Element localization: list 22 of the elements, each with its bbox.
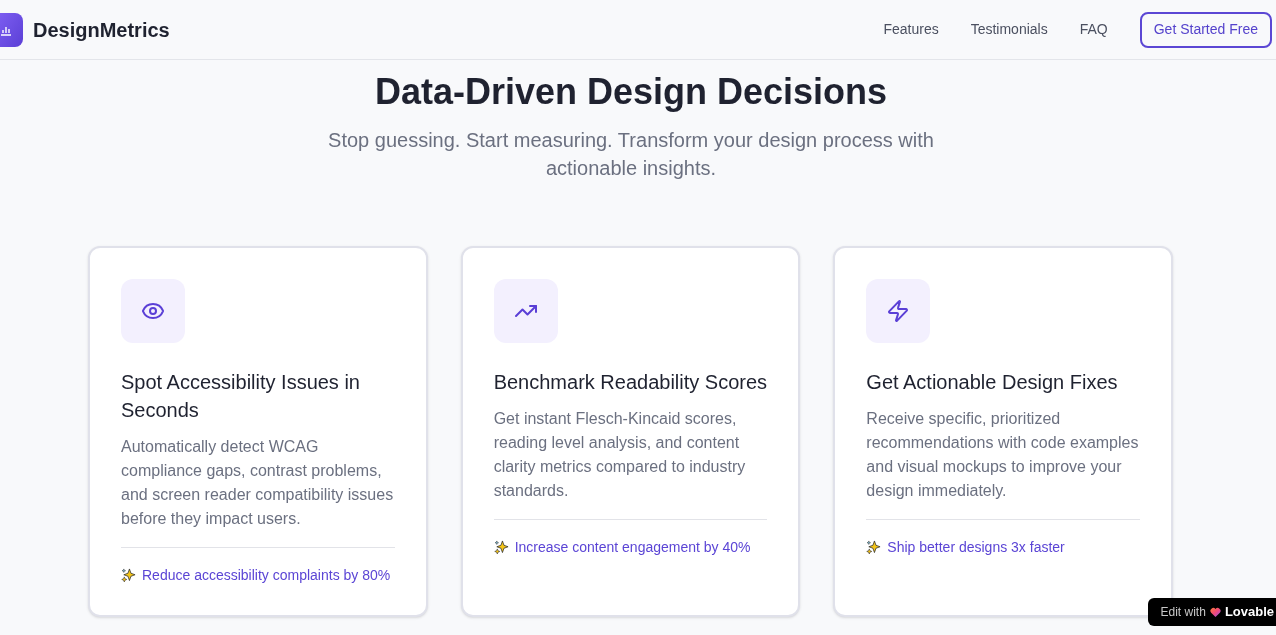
benefit-text: Ship better designs 3x faster: [887, 538, 1065, 557]
edit-with-lovable-badge[interactable]: Edit with Lovable: [1147, 598, 1276, 626]
card-title: Get Actionable Design Fixes: [866, 370, 1119, 395]
benefit-text: Increase content engagement by 40%: [514, 538, 751, 557]
sparkles-icon: [493, 539, 509, 555]
hero-subtitle: Stop guessing. Start measuring. Transform your design process with actionable insights.: [327, 128, 935, 181]
nav-link[interactable]: Testimonials: [970, 19, 1048, 40]
sparkles-icon: [121, 567, 136, 583]
card-title: Spot Accessibility Issues in Seconds: [121, 370, 361, 423]
nav-link[interactable]: Features: [883, 19, 939, 40]
card-description: Automatically detect WCAG compliance gaps, contrast problems, and screen reader compatibility issues before they impact users.: [121, 437, 395, 529]
card-title: Benchmark Readability Scores: [493, 370, 768, 395]
brand-name: DesignMetrics: [33, 17, 170, 43]
sparkles-icon: [866, 539, 882, 555]
nav-link[interactable]: FAQ: [1079, 19, 1108, 40]
get-started-button[interactable]: Get Started Free: [1139, 11, 1272, 48]
heart-logo-icon: [1209, 607, 1221, 617]
benefit-text: Reduce accessibility complaints by 80%: [142, 566, 391, 585]
lightning-icon: [886, 299, 911, 323]
hero-title: Data-Driven Design Decisions: [374, 72, 888, 112]
card-description: Receive specific, prioritized recommendations with code examples and visual mockups to improve your design immediately.: [866, 409, 1140, 501]
card-description: Get instant Flesch-Kincaid scores, reading level analysis, and content clarity metrics compared to industry standards.: [493, 409, 747, 501]
